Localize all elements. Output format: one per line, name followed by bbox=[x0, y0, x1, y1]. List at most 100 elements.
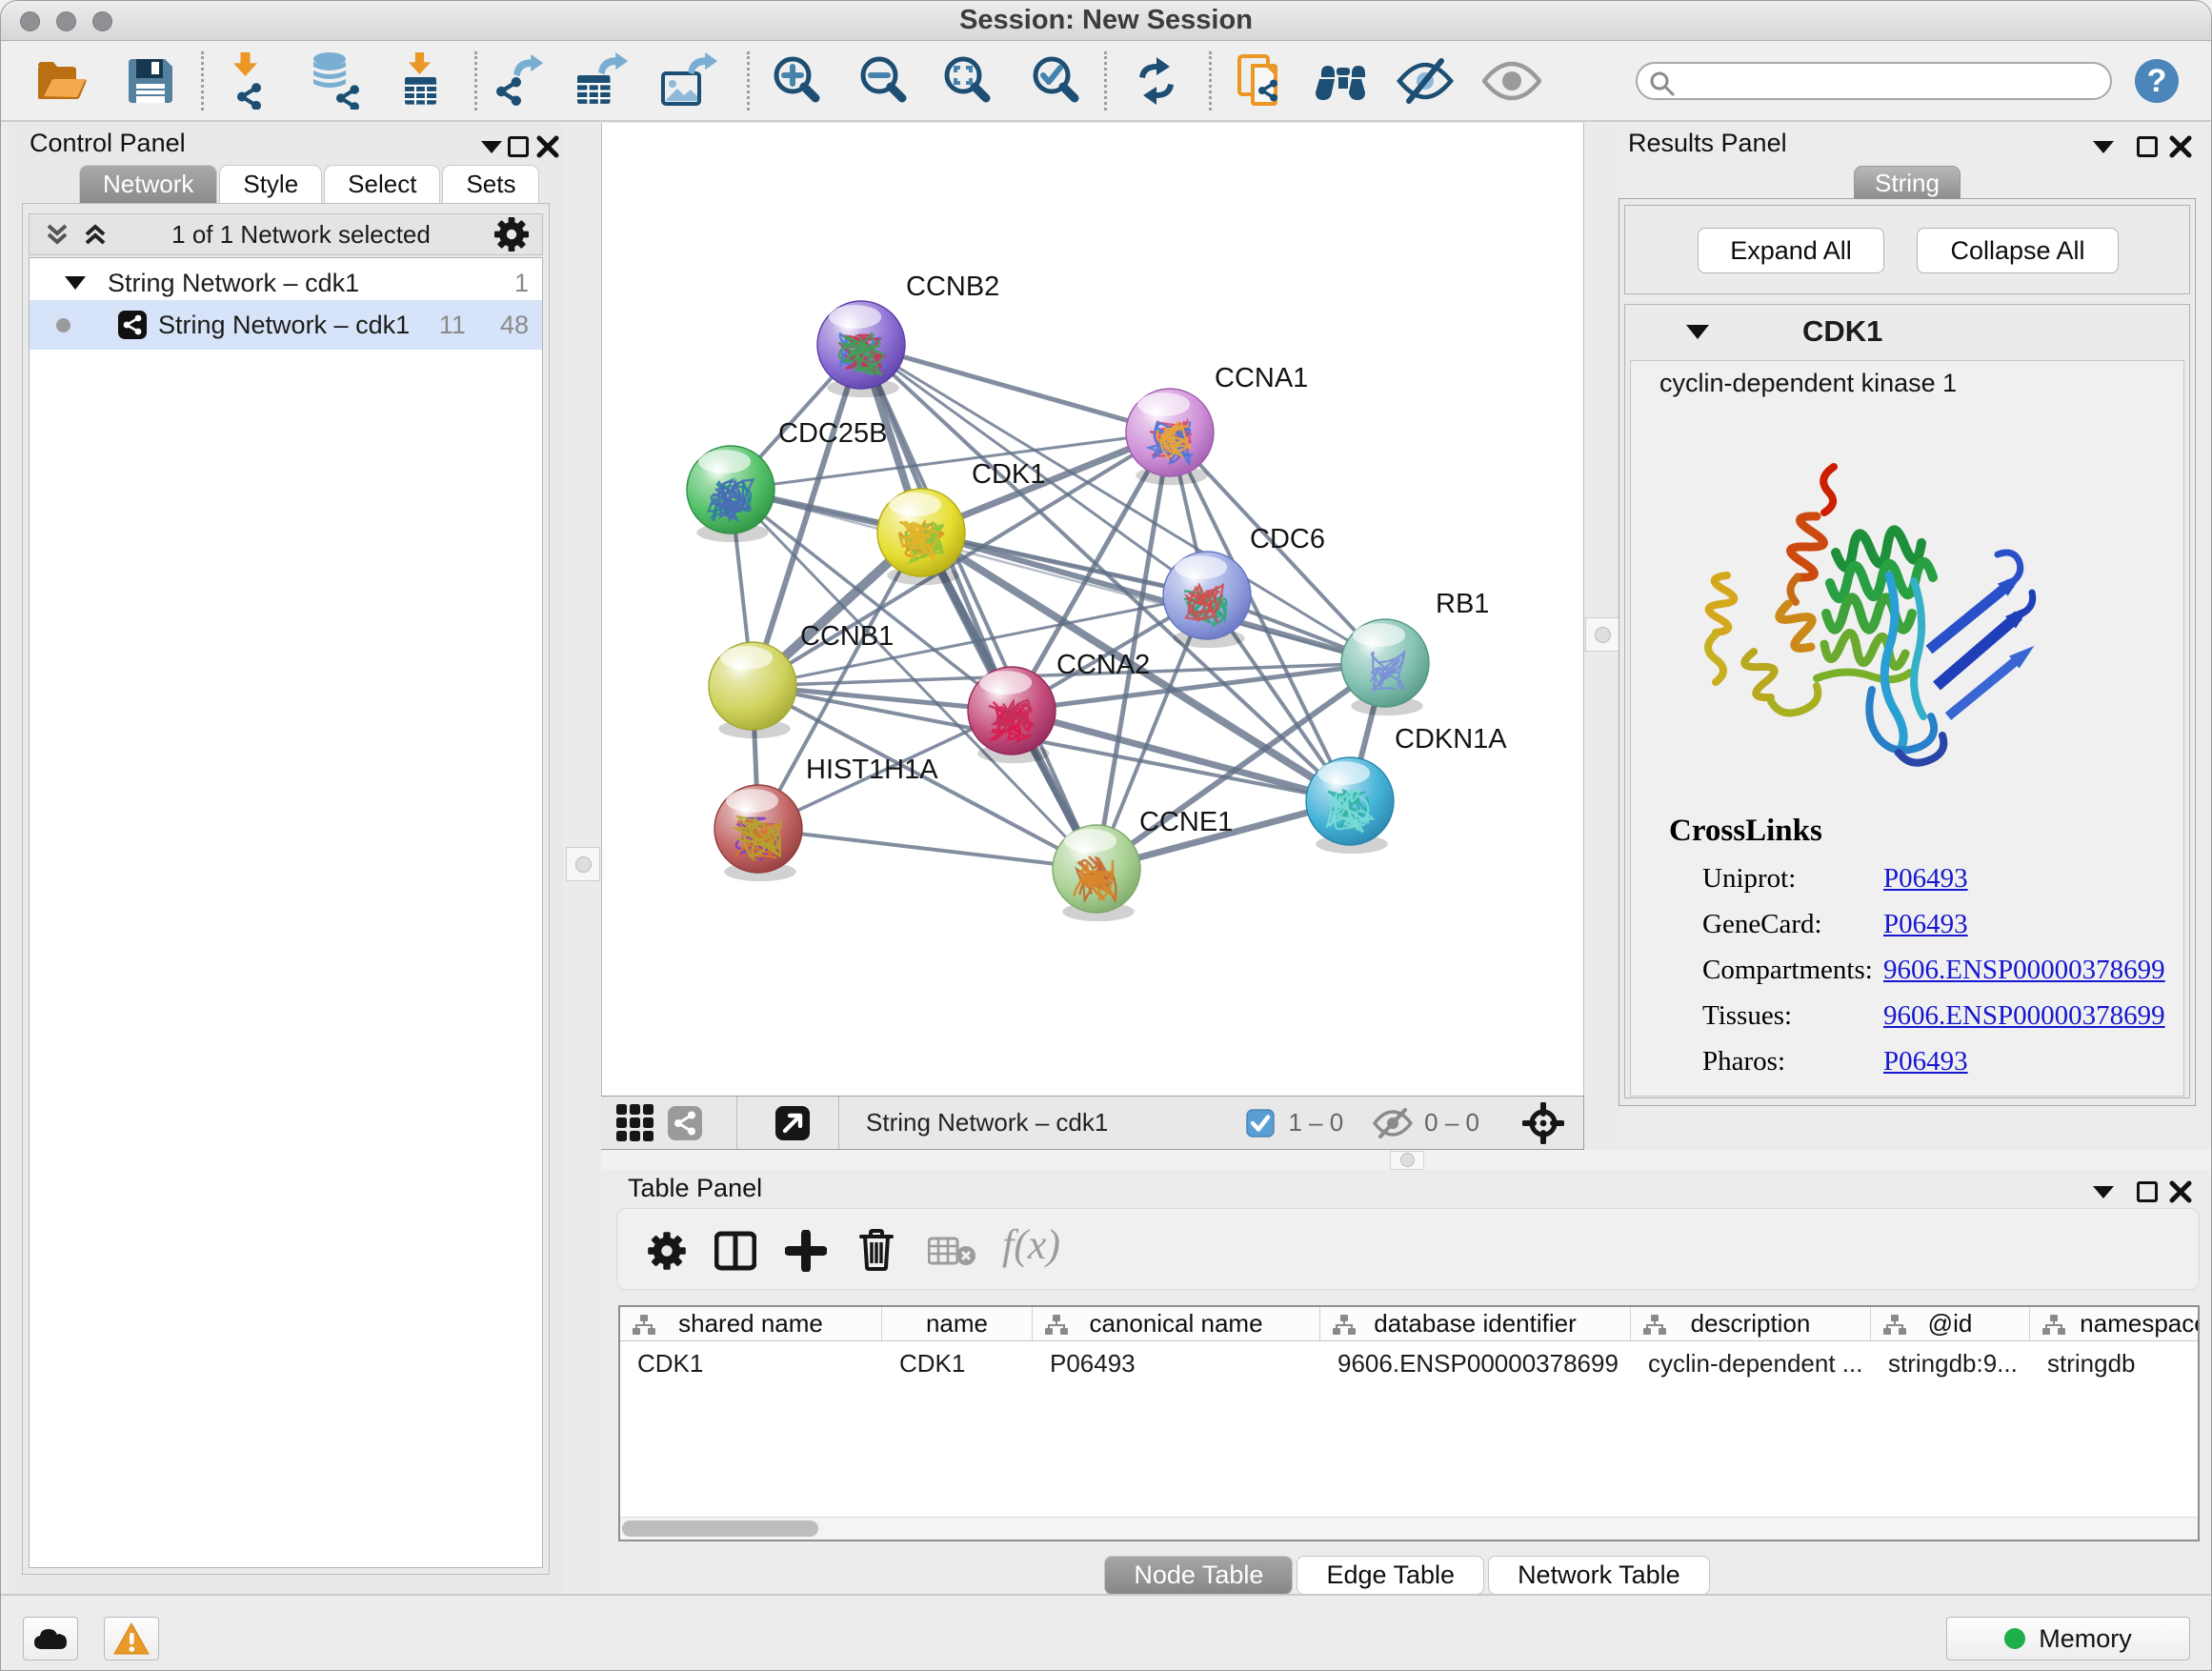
left-splitter[interactable] bbox=[565, 123, 601, 1596]
export-image-button[interactable] bbox=[658, 50, 719, 111]
tab-style[interactable]: Style bbox=[219, 165, 322, 203]
table-toolbar: f(x) bbox=[616, 1208, 2200, 1290]
cloud-button[interactable] bbox=[23, 1617, 78, 1661]
network-node-cdk1[interactable] bbox=[877, 489, 965, 585]
gear-icon[interactable] bbox=[646, 1230, 688, 1272]
control-panel-close-button[interactable] bbox=[536, 131, 559, 163]
network-list-panel: 1 of 1 Network selected String Network –… bbox=[22, 203, 550, 1575]
network-node-ccnb1[interactable] bbox=[709, 642, 796, 738]
column-header--id[interactable]: @id bbox=[1871, 1307, 2030, 1340]
bottom-splitter[interactable] bbox=[601, 1150, 2211, 1170]
network-edge-hist1h1a-ccne1[interactable] bbox=[758, 829, 1096, 869]
section-collapse-icon[interactable] bbox=[1684, 322, 1711, 341]
export-table-button[interactable] bbox=[573, 50, 633, 111]
tab-edge-table[interactable]: Edge Table bbox=[1297, 1556, 1484, 1595]
network-node-cdkn1a[interactable] bbox=[1306, 757, 1394, 854]
save-session-button[interactable] bbox=[120, 50, 181, 111]
zoom-out-button[interactable] bbox=[853, 50, 914, 111]
results-tab-string[interactable]: String bbox=[1854, 166, 1961, 199]
import-table-button[interactable] bbox=[390, 50, 451, 111]
tree-expand-icon[interactable] bbox=[64, 274, 87, 292]
expand-all-button[interactable]: Expand All bbox=[1698, 228, 1884, 273]
scrollbar-thumb[interactable] bbox=[622, 1520, 818, 1537]
table-panel-float-button[interactable] bbox=[2137, 1176, 2158, 1208]
show-all-button[interactable] bbox=[1481, 50, 1542, 111]
tab-select[interactable]: Select bbox=[324, 165, 440, 203]
collapse-all-button[interactable]: Collapse All bbox=[1917, 228, 2119, 273]
open-session-button[interactable] bbox=[31, 50, 92, 111]
protein-structure-image bbox=[1674, 461, 2045, 775]
table-hscrollbar[interactable] bbox=[620, 1517, 2198, 1540]
column-header-name[interactable]: name bbox=[882, 1307, 1033, 1340]
share-icon[interactable] bbox=[668, 1106, 702, 1140]
refresh-button[interactable] bbox=[1126, 50, 1187, 111]
results-panel-close-button[interactable] bbox=[2169, 131, 2192, 163]
copy-button[interactable] bbox=[1232, 50, 1293, 111]
network-edge-ccnb2-ccne1[interactable] bbox=[861, 345, 1096, 869]
hide-selected-button[interactable] bbox=[1395, 50, 1456, 111]
tab-node-table[interactable]: Node Table bbox=[1104, 1556, 1293, 1595]
bottom-splitter-handle[interactable] bbox=[1390, 1151, 1424, 1170]
table-row[interactable]: CDK1CDK1P064939606.ENSP00000378699cyclin… bbox=[620, 1342, 2198, 1384]
import-network-file-button[interactable] bbox=[218, 50, 279, 111]
selected-checkbox-icon[interactable] bbox=[1246, 1109, 1275, 1137]
crosslink-value[interactable]: P06493 bbox=[1883, 1046, 1968, 1077]
zoom-fit-button[interactable] bbox=[936, 50, 997, 111]
control-panel-menu-button[interactable] bbox=[479, 131, 504, 163]
network-node-ccne1[interactable] bbox=[1053, 825, 1140, 921]
crosshair-icon[interactable] bbox=[1522, 1102, 1564, 1144]
network-node-cdc25b[interactable] bbox=[687, 446, 774, 542]
column-header-database-identifier[interactable]: database identifier bbox=[1320, 1307, 1631, 1340]
memory-button[interactable]: Memory bbox=[1946, 1617, 2190, 1661]
column-header-shared-name[interactable]: shared name bbox=[620, 1307, 882, 1340]
control-panel-float-button[interactable] bbox=[508, 131, 529, 163]
crosslink-value[interactable]: P06493 bbox=[1883, 863, 1968, 895]
gene-section-header[interactable]: CDK1 bbox=[1625, 305, 2189, 358]
window-status-bar: Memory bbox=[1, 1594, 2211, 1670]
left-splitter-handle[interactable] bbox=[566, 847, 600, 881]
warning-button[interactable] bbox=[104, 1617, 159, 1661]
crosslinks-heading: CrossLinks bbox=[1669, 814, 2165, 849]
network-node-hist1h1a[interactable] bbox=[714, 785, 802, 881]
network-node-rb1[interactable] bbox=[1341, 619, 1429, 715]
trash-icon[interactable] bbox=[857, 1228, 895, 1272]
external-link-icon[interactable] bbox=[775, 1106, 810, 1140]
crosslink-value[interactable]: P06493 bbox=[1883, 909, 1968, 940]
crosslink-value[interactable]: 9606.ENSP00000378699 bbox=[1883, 1000, 2165, 1032]
gear-icon[interactable] bbox=[493, 215, 531, 253]
column-header-description[interactable]: description bbox=[1631, 1307, 1871, 1340]
expand-all-icon[interactable] bbox=[81, 220, 110, 249]
network-canvas[interactable]: CCNB2CCNA1CDC25BCDK1CDC6RB1CCNB1CCNA2CDK… bbox=[601, 123, 1584, 1096]
table-panel-close-button[interactable] bbox=[2169, 1176, 2192, 1208]
column-header-canonical-name[interactable]: canonical name bbox=[1033, 1307, 1320, 1340]
crosslink-value[interactable]: 9606.ENSP00000378699 bbox=[1883, 955, 2165, 986]
columns-icon[interactable] bbox=[714, 1230, 756, 1272]
network-node-cdc6[interactable] bbox=[1163, 552, 1251, 648]
node-label-cdc25b: CDC25B bbox=[778, 418, 887, 449]
results-panel-menu-button[interactable] bbox=[2091, 131, 2116, 163]
zoom-in-button[interactable] bbox=[766, 50, 827, 111]
right-splitter-handle[interactable] bbox=[1585, 617, 1619, 652]
network-row[interactable]: String Network – cdk1 11 48 bbox=[30, 300, 542, 350]
help-button[interactable]: ? bbox=[2126, 50, 2187, 111]
tab-network-table[interactable]: Network Table bbox=[1488, 1556, 1710, 1595]
zoom-selected-button[interactable] bbox=[1025, 50, 1086, 111]
add-icon[interactable] bbox=[785, 1230, 827, 1272]
crosslink-label: Tissues: bbox=[1702, 1000, 1883, 1032]
tab-sets[interactable]: Sets bbox=[442, 165, 539, 203]
column-header-namespace[interactable]: namespace bbox=[2030, 1307, 2200, 1340]
cloud-icon bbox=[32, 1626, 69, 1651]
table-panel-menu-button[interactable] bbox=[2091, 1176, 2116, 1208]
results-panel-float-button[interactable] bbox=[2137, 131, 2158, 163]
search-input[interactable] bbox=[1679, 66, 2099, 96]
grid-icon[interactable] bbox=[616, 1104, 654, 1142]
collapse-all-icon[interactable] bbox=[43, 220, 71, 249]
network-node-ccnb2[interactable] bbox=[817, 301, 905, 397]
network-node-ccna1[interactable] bbox=[1126, 389, 1214, 485]
import-network-database-button[interactable] bbox=[307, 50, 368, 111]
tab-network[interactable]: Network bbox=[79, 165, 217, 203]
network-collection-row[interactable]: String Network – cdk1 1 bbox=[30, 266, 542, 300]
search-network-button[interactable] bbox=[1313, 50, 1374, 111]
network-list-header: 1 of 1 Network selected bbox=[29, 213, 543, 255]
export-network-button[interactable] bbox=[490, 50, 551, 111]
